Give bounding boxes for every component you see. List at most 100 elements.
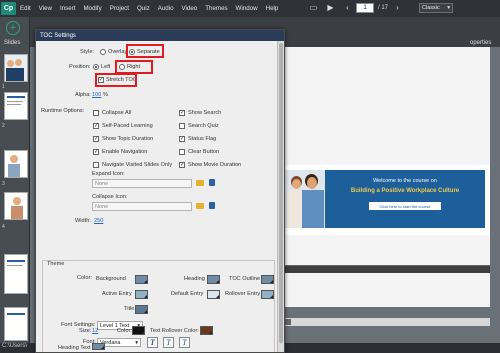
background-color-swatch[interactable]: [135, 275, 148, 284]
rollover-entry-color-swatch[interactable]: [261, 290, 274, 299]
runtime-option-checkbox[interactable]: ✓: [93, 149, 99, 155]
runtime-option-label[interactable]: Show Search: [188, 110, 221, 116]
bold-text-button[interactable]: T: [147, 337, 158, 348]
title-label: Title: [124, 306, 135, 312]
menu-project[interactable]: Project: [110, 5, 129, 12]
style-overlay-label[interactable]: Overlay: [108, 49, 127, 55]
default-entry-color-swatch[interactable]: [207, 290, 220, 299]
add-slide-button[interactable]: +: [6, 21, 20, 35]
text-rollover-color-swatch[interactable]: [200, 326, 213, 335]
slide-thumbnail[interactable]: [4, 307, 28, 341]
dialog-title-bar[interactable]: TOC Settings: [36, 30, 284, 41]
text-color-label: Color:: [117, 328, 132, 334]
menu-insert[interactable]: Insert: [60, 5, 75, 12]
underline-text-button[interactable]: T: [179, 337, 190, 348]
slide-number: 4: [2, 224, 5, 230]
trash-icon[interactable]: [209, 179, 215, 186]
runtime-option-label[interactable]: Show Movie Duration: [188, 162, 241, 168]
menu-themes[interactable]: Themes: [205, 5, 227, 12]
runtime-option-checkbox[interactable]: [179, 149, 185, 155]
toc-outline-color-swatch[interactable]: [261, 275, 274, 284]
runtime-option-label[interactable]: Show Topic Duration: [102, 136, 153, 142]
thumb-body: [6, 68, 24, 81]
preview-icon[interactable]: ▶: [325, 2, 336, 13]
page-number-input[interactable]: 1: [356, 2, 374, 13]
runtime-option-checkbox[interactable]: [179, 123, 185, 129]
previous-slide-icon[interactable]: ‹: [342, 2, 353, 13]
width-value[interactable]: 250: [94, 218, 103, 224]
heading-color-swatch[interactable]: [207, 275, 220, 284]
runtime-option-checkbox[interactable]: ✓: [179, 110, 185, 116]
horizontal-scrollbar[interactable]: [283, 318, 490, 326]
folder-icon[interactable]: [196, 180, 204, 186]
runtime-option-label[interactable]: Enable Navigation: [102, 149, 147, 155]
menu-view[interactable]: View: [39, 5, 52, 12]
workspace-select[interactable]: Classic ▾: [419, 2, 454, 13]
background-label: Background: [96, 276, 126, 282]
thumb-text-line: [7, 265, 23, 266]
start-course-button[interactable]: Click here to start the course: [369, 202, 441, 210]
folder-icon[interactable]: [196, 203, 204, 209]
dialog-scrollbar[interactable]: [277, 41, 284, 352]
slide-thumbnail[interactable]: [4, 254, 28, 294]
runtime-option-checkbox[interactable]: [93, 110, 99, 116]
runtime-option-label[interactable]: Clear Button: [188, 149, 219, 155]
page-total: / 17: [378, 4, 389, 11]
runtime-option-label[interactable]: Self-Paced Learning: [102, 123, 153, 129]
theme-title: Theme: [47, 261, 65, 267]
runtime-option-checkbox[interactable]: ✓: [93, 123, 99, 129]
runtime-option-checkbox[interactable]: ✓: [93, 136, 99, 142]
menu-audio[interactable]: Audio: [158, 5, 174, 12]
scrollbar-thumb[interactable]: [279, 43, 283, 343]
thumb-text-line: [7, 260, 25, 262]
runtime-option-checkbox[interactable]: ✓: [179, 162, 185, 168]
banner-panel: Welcome to the course on Building a Posi…: [325, 170, 485, 228]
slide-banner: Welcome to the course on Building a Posi…: [283, 165, 490, 235]
captivate-logo: Cp: [1, 2, 16, 15]
slide-thumbnail[interactable]: [4, 150, 28, 178]
position-left-label[interactable]: Left: [101, 64, 110, 70]
collapse-icon-field[interactable]: None: [92, 202, 192, 211]
expand-icon-field[interactable]: None: [92, 179, 192, 188]
slide-thumbnail[interactable]: [4, 92, 28, 120]
italic-text-button[interactable]: T: [163, 337, 174, 348]
properties-tab[interactable]: operties: [470, 20, 500, 46]
menu-edit[interactable]: Edit: [20, 5, 31, 12]
text-color-swatch[interactable]: [132, 326, 145, 335]
menu-window[interactable]: Window: [236, 5, 258, 12]
runtime-option-label[interactable]: Collapse All: [102, 110, 131, 116]
runtime-option-label[interactable]: Navigate Visited Slides Only: [102, 162, 172, 168]
alpha-value[interactable]: 100: [92, 92, 101, 98]
person-icon: [7, 60, 14, 67]
runtime-option-checkbox[interactable]: ✓: [179, 136, 185, 142]
chevron-down-icon: ▾: [135, 339, 138, 346]
style-overlay-radio[interactable]: [100, 49, 106, 55]
text-rollover-color-label: Text Rollover Color:: [150, 328, 199, 334]
menu-help[interactable]: Help: [266, 5, 279, 12]
toolbar-right: ▭ ▶ ‹ 1 / 17 › Classic ▾: [308, 2, 454, 13]
slide-playbar[interactable]: [283, 265, 490, 273]
size-value[interactable]: 12: [92, 328, 98, 334]
active-entry-color-swatch[interactable]: [135, 290, 148, 299]
slide-thumbnail[interactable]: [4, 54, 28, 82]
monitor-icon[interactable]: ▭: [308, 2, 319, 13]
alpha-unit: %: [103, 92, 108, 98]
scroll-left-icon[interactable]: [285, 319, 291, 325]
position-left-radio[interactable]: [93, 64, 99, 70]
toc-outline-label: TOC Outline: [229, 276, 260, 282]
slide-thumbnail[interactable]: [4, 192, 28, 220]
alpha-label: Alpha:: [75, 92, 91, 98]
runtime-option-checkbox[interactable]: [93, 162, 99, 168]
highlight-separate: [126, 44, 164, 58]
next-slide-icon[interactable]: ›: [392, 2, 403, 13]
heading-text-color-swatch[interactable]: [92, 343, 105, 350]
title-color-swatch[interactable]: [135, 305, 148, 314]
runtime-option-label[interactable]: Search Quiz: [188, 123, 219, 129]
trash-icon[interactable]: [209, 202, 215, 209]
menu-video[interactable]: Video: [182, 5, 198, 12]
highlight-stretch-toc: [95, 73, 137, 87]
menu-quiz[interactable]: Quiz: [137, 5, 150, 12]
active-entry-label: Active Entry: [102, 291, 132, 297]
menu-modify[interactable]: Modify: [83, 5, 101, 12]
runtime-option-label[interactable]: Status Flag: [188, 136, 216, 142]
